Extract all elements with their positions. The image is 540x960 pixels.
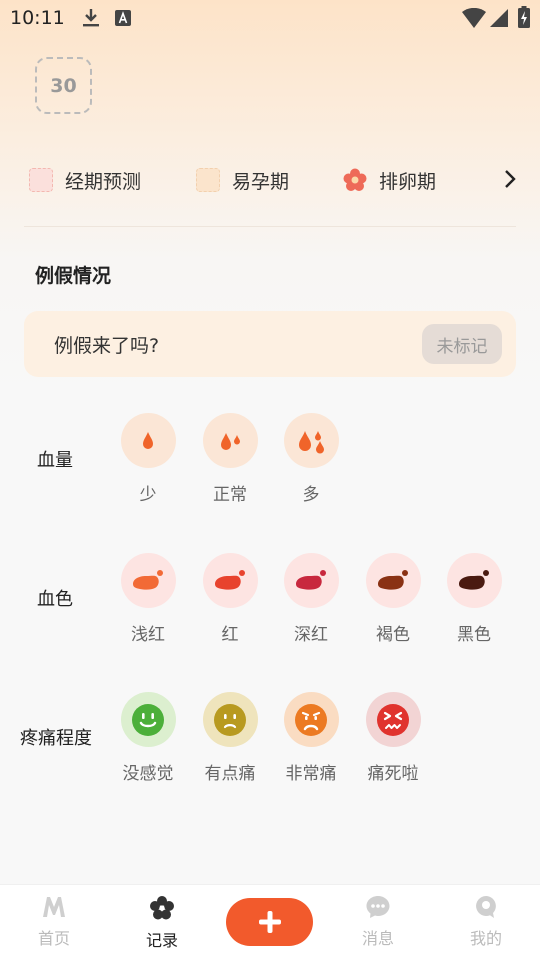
- flow-option-label: 正常: [213, 485, 247, 505]
- crying-face-icon: [365, 692, 421, 747]
- legend-label: 排卵期: [379, 170, 437, 193]
- color-option-red[interactable]: 红: [190, 553, 270, 645]
- profile-icon: [476, 896, 496, 918]
- pain-option-severe[interactable]: 非常痛: [271, 692, 351, 784]
- legend-item-ovulation: 排卵期: [343, 164, 436, 196]
- status-time: 10:11: [10, 7, 65, 29]
- legend-label: 经期预测: [65, 170, 142, 193]
- chevron-right-icon[interactable]: [504, 168, 516, 190]
- slight-frown-face-icon: [202, 692, 258, 747]
- battery-charging-icon: [518, 6, 530, 28]
- color-option-label: 黑色: [457, 625, 491, 645]
- flow-heavy-icon: [283, 413, 339, 468]
- pain-option-label: 痛死啦: [367, 764, 419, 784]
- flow-normal-icon: [202, 413, 258, 468]
- plus-icon: [258, 911, 281, 933]
- period-question: 例假来了吗?: [54, 335, 160, 357]
- calendar-day-cell[interactable]: 30: [35, 57, 92, 114]
- chat-bubble-icon: [366, 896, 390, 918]
- nav-label: 首页: [37, 929, 70, 948]
- smile-face-icon: [120, 692, 176, 747]
- signal-icon: [490, 9, 508, 27]
- flower-icon: [150, 896, 174, 920]
- wifi-icon: [462, 8, 486, 28]
- flow-option-normal[interactable]: 正常: [190, 413, 270, 505]
- nav-label: 我的: [469, 929, 502, 948]
- mark-period-button[interactable]: 未标记: [422, 324, 502, 364]
- flow-label: 血量: [37, 450, 73, 471]
- pain-option-label: 没感觉: [122, 764, 174, 784]
- color-label: 血色: [37, 589, 73, 610]
- pain-option-slight[interactable]: 有点痛: [190, 692, 270, 784]
- section-title: 例假情况: [35, 265, 112, 287]
- fertile-swatch: [196, 168, 220, 192]
- flow-option-label: 多: [302, 485, 320, 505]
- legend-label: 易孕期: [232, 170, 290, 193]
- color-blob-icon: [365, 553, 421, 608]
- download-icon: [83, 9, 99, 27]
- flower-icon: [343, 168, 367, 191]
- color-blob-icon: [202, 553, 258, 608]
- color-option-brown[interactable]: 褐色: [353, 553, 433, 645]
- color-blob-icon: [120, 553, 176, 608]
- period-question-card: 例假来了吗? 未标记: [24, 311, 516, 377]
- color-blob-icon: [283, 553, 339, 608]
- pain-option-label: 有点痛: [204, 764, 256, 784]
- flow-light-icon: [120, 413, 176, 468]
- color-option-dark-red[interactable]: 深红: [271, 553, 351, 645]
- bottom-nav: 首页 记录 消息 我的: [0, 884, 540, 960]
- pain-option-label: 非常痛: [285, 764, 337, 784]
- color-blob-icon: [446, 553, 502, 608]
- text-format-icon: [115, 10, 131, 26]
- nav-item-profile[interactable]: 我的: [446, 895, 526, 949]
- color-option-black[interactable]: 黑色: [434, 553, 514, 645]
- nav-item-record[interactable]: 记录: [122, 895, 202, 951]
- legend-item-period-prediction: 经期预测: [29, 164, 141, 196]
- period-prediction-swatch: [29, 168, 53, 192]
- flow-option-label: 少: [139, 485, 157, 505]
- status-bar: 10:11: [0, 0, 540, 36]
- pain-option-none[interactable]: 没感觉: [108, 692, 188, 784]
- nav-label: 消息: [361, 929, 394, 948]
- pain-label: 疼痛程度: [20, 728, 92, 749]
- divider: [24, 226, 516, 227]
- m-logo-icon: [43, 897, 65, 917]
- flow-option-light[interactable]: 少: [108, 413, 188, 505]
- nav-item-home[interactable]: 首页: [14, 895, 94, 949]
- flow-option-heavy[interactable]: 多: [271, 413, 351, 505]
- calendar-legend: 经期预测 易孕期 排卵期: [0, 164, 540, 196]
- color-option-label: 浅红: [131, 625, 165, 645]
- color-option-label: 深红: [294, 625, 328, 645]
- nav-label: 记录: [145, 931, 178, 950]
- frown-face-icon: [283, 692, 339, 747]
- color-option-light-red[interactable]: 浅红: [108, 553, 188, 645]
- nav-item-messages[interactable]: 消息: [338, 895, 418, 949]
- color-option-label: 褐色: [376, 625, 410, 645]
- color-option-label: 红: [221, 625, 239, 645]
- legend-item-fertile: 易孕期: [196, 164, 289, 196]
- add-record-button[interactable]: [226, 898, 313, 946]
- pain-option-extreme[interactable]: 痛死啦: [353, 692, 433, 784]
